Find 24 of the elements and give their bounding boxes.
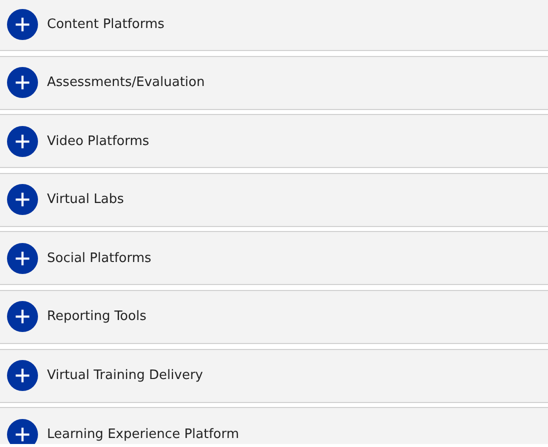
plus-icon <box>7 301 38 332</box>
section-title: Virtual Training Delivery <box>47 368 203 384</box>
accordion-header[interactable]: Content Platforms <box>0 0 548 51</box>
accordion-header[interactable]: Assessments/Evaluation <box>0 56 548 110</box>
accordion-header[interactable]: Social Platforms <box>0 231 548 286</box>
section-title: Reporting Tools <box>47 309 146 324</box>
plus-icon <box>7 360 38 392</box>
section-title: Assessments/Evaluation <box>47 75 205 90</box>
section-title: Social Platforms <box>47 250 152 266</box>
accordion-header[interactable]: Virtual Labs <box>0 172 548 227</box>
section-title: Content Platforms <box>47 16 164 32</box>
plus-icon <box>7 184 38 216</box>
accordion-header[interactable]: Reporting Tools <box>0 290 548 344</box>
accordion-header[interactable]: Video Platforms <box>0 114 548 168</box>
section-title: Virtual Labs <box>47 192 124 208</box>
plus-icon <box>7 8 38 40</box>
accordion-header[interactable]: Virtual Training Delivery <box>0 348 548 403</box>
plus-icon <box>7 126 38 157</box>
plus-icon <box>7 67 38 98</box>
section-title: Video Platforms <box>47 134 150 149</box>
plus-icon <box>7 242 38 274</box>
plus-icon <box>7 418 38 444</box>
section-title: Learning Experience Platform <box>47 426 240 442</box>
accordion-header[interactable]: Learning Experience Platform <box>0 407 548 444</box>
